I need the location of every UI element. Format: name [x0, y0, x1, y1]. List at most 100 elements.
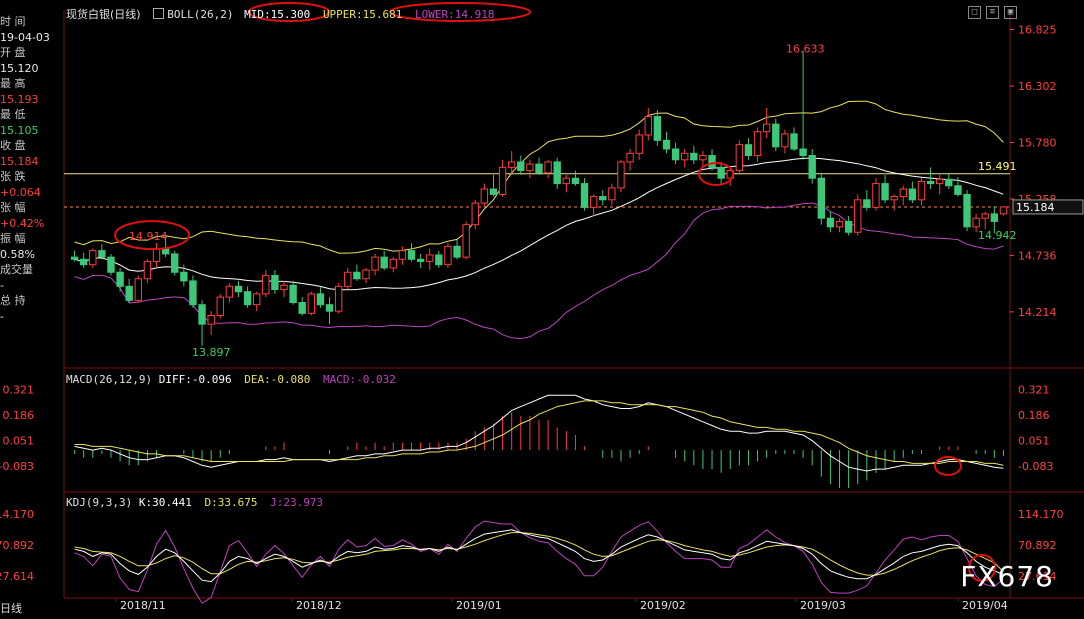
sidebar-value: 19-04-03 — [0, 30, 50, 44]
macd-y-tick-right: 0.186 — [1018, 409, 1050, 422]
candle-body — [817, 177, 825, 219]
candle-body — [690, 152, 698, 161]
sidebar-value: 15.193 — [0, 92, 39, 106]
macd-y-tick-left: -0.083 — [0, 460, 34, 473]
boll-label: BOLL(26,2) — [167, 8, 234, 21]
candle-body — [799, 148, 807, 156]
candle-body — [835, 220, 844, 228]
kdj-y-tick-left: 27.614 — [0, 570, 34, 583]
boll-mid-line — [74, 157, 1004, 291]
candle-body — [580, 183, 589, 208]
candle-body — [380, 256, 388, 269]
candle-body — [936, 178, 944, 185]
sidebar-label: 振 幅 — [0, 232, 26, 245]
sidebar-value: 15.184 — [0, 154, 39, 168]
candle-body — [180, 271, 188, 282]
annotation-14914: 14.914 — [129, 230, 168, 243]
period-tab[interactable]: 日线 — [0, 600, 22, 616]
boll-upper-line — [74, 100, 1004, 254]
expand-icon[interactable]: ▣ — [1004, 6, 1017, 19]
kdj-header: KDJ(9,3,3) K:30.441 D:33.675 J:23.973 — [66, 496, 323, 509]
candle-body — [371, 256, 379, 271]
restore-icon[interactable]: □ — [968, 6, 981, 19]
y-tick-label: 15.780 — [1018, 137, 1057, 150]
sidebar-value: - — [0, 278, 4, 292]
candle-body — [280, 284, 288, 291]
y-tick-label: 14.736 — [1018, 249, 1057, 262]
sidebar-label: 成交量 — [0, 263, 33, 276]
resistance-annotation: 15.491 — [978, 160, 1017, 173]
sidebar-label: 张 跌 — [0, 170, 26, 183]
boll-toggle-icon[interactable] — [153, 8, 165, 19]
settings-icon[interactable]: ≡ — [986, 6, 999, 19]
price-header: 现货白银(日线) BOLL(26,2) MID:15.300 UPPER:15.… — [66, 6, 495, 22]
sidebar-value: 0.58% — [0, 247, 35, 261]
candle-body — [462, 224, 470, 258]
kdj-j-line — [74, 520, 1004, 604]
candle-body — [753, 131, 762, 156]
candle-body — [152, 247, 161, 262]
candle-body — [125, 285, 133, 301]
candle-body — [626, 152, 634, 163]
quote-sidebar: 时 间 19-04-03 开 盘 15.120 最 高 15.193 最 低 15.105 收 … — [0, 14, 62, 324]
x-tick-label: 2018/12 — [296, 599, 342, 612]
candle-body — [662, 139, 671, 150]
candle-body — [671, 148, 680, 161]
sidebar-value: - — [0, 309, 4, 323]
candle-body — [854, 199, 862, 233]
candle-body — [945, 178, 953, 187]
chart-stage: 16.825 16.302 15.780 15.258 14.736 14.214 15.1… — [0, 0, 1084, 615]
candle-body — [507, 161, 516, 168]
current-price-label: 15.184 — [1016, 201, 1055, 214]
sidebar-label: 开 盘 — [0, 46, 26, 59]
candle-body — [344, 271, 352, 287]
candle-body — [362, 269, 370, 280]
kdj-d-line — [74, 532, 1004, 576]
candle-body — [681, 152, 689, 161]
x-tick-label: 2018/11 — [120, 599, 166, 612]
kdj-y-tick-left: 114.170 — [0, 508, 34, 521]
macd-y-tick-left: 0.321 — [3, 383, 35, 396]
candle-body — [717, 166, 725, 179]
candle-body — [772, 123, 780, 148]
kdj-label: KDJ(9,3,3) — [66, 496, 133, 509]
candle-body — [453, 245, 461, 258]
candle-body — [699, 154, 707, 161]
candle-body — [426, 254, 434, 262]
candle-body — [334, 285, 343, 312]
macd-diff: DIFF:-0.096 — [158, 373, 232, 386]
candle-body — [762, 123, 771, 133]
candle-body — [389, 258, 397, 269]
candle-body — [744, 144, 753, 156]
candle-body — [435, 254, 443, 266]
boll-upper: UPPER:15.681 — [322, 8, 403, 21]
candle-body — [599, 196, 607, 201]
macd-header: MACD(26,12,9) DIFF:-0.096 DEA:-0.080 MAC… — [66, 373, 396, 386]
macd-y-tick-right: -0.083 — [1018, 460, 1053, 473]
candle-body — [262, 275, 270, 295]
candle-body — [872, 183, 880, 208]
candle-body — [908, 188, 917, 201]
instrument-name: 现货白银 — [66, 8, 110, 21]
sidebar-value: +0.42% — [0, 216, 45, 230]
candle-body — [498, 166, 507, 195]
sidebar-label: 收 盘 — [0, 139, 26, 152]
candle-body — [826, 217, 835, 228]
boll-lower: LOWER:14.918 — [415, 8, 495, 21]
sidebar-value: +0.064 — [0, 185, 41, 199]
candle-body — [216, 296, 224, 317]
x-tick-label: 2019/03 — [800, 599, 846, 612]
candle-body — [107, 256, 115, 273]
kdj-y-tick-left: 70.892 — [0, 539, 34, 552]
candle-body — [544, 161, 552, 174]
kdj-y-tick-right: 70.892 — [1018, 539, 1057, 552]
high-annotation: 16.633 — [786, 42, 825, 55]
candle-body — [198, 304, 206, 325]
period-label: (日线) — [110, 8, 141, 21]
sidebar-value: 15.105 — [0, 123, 39, 137]
y-tick-label: 16.825 — [1018, 24, 1057, 37]
candle-body — [407, 250, 416, 260]
sidebar-value: 15.120 — [0, 61, 39, 75]
candle-body — [653, 116, 662, 141]
candle-body — [171, 253, 179, 273]
